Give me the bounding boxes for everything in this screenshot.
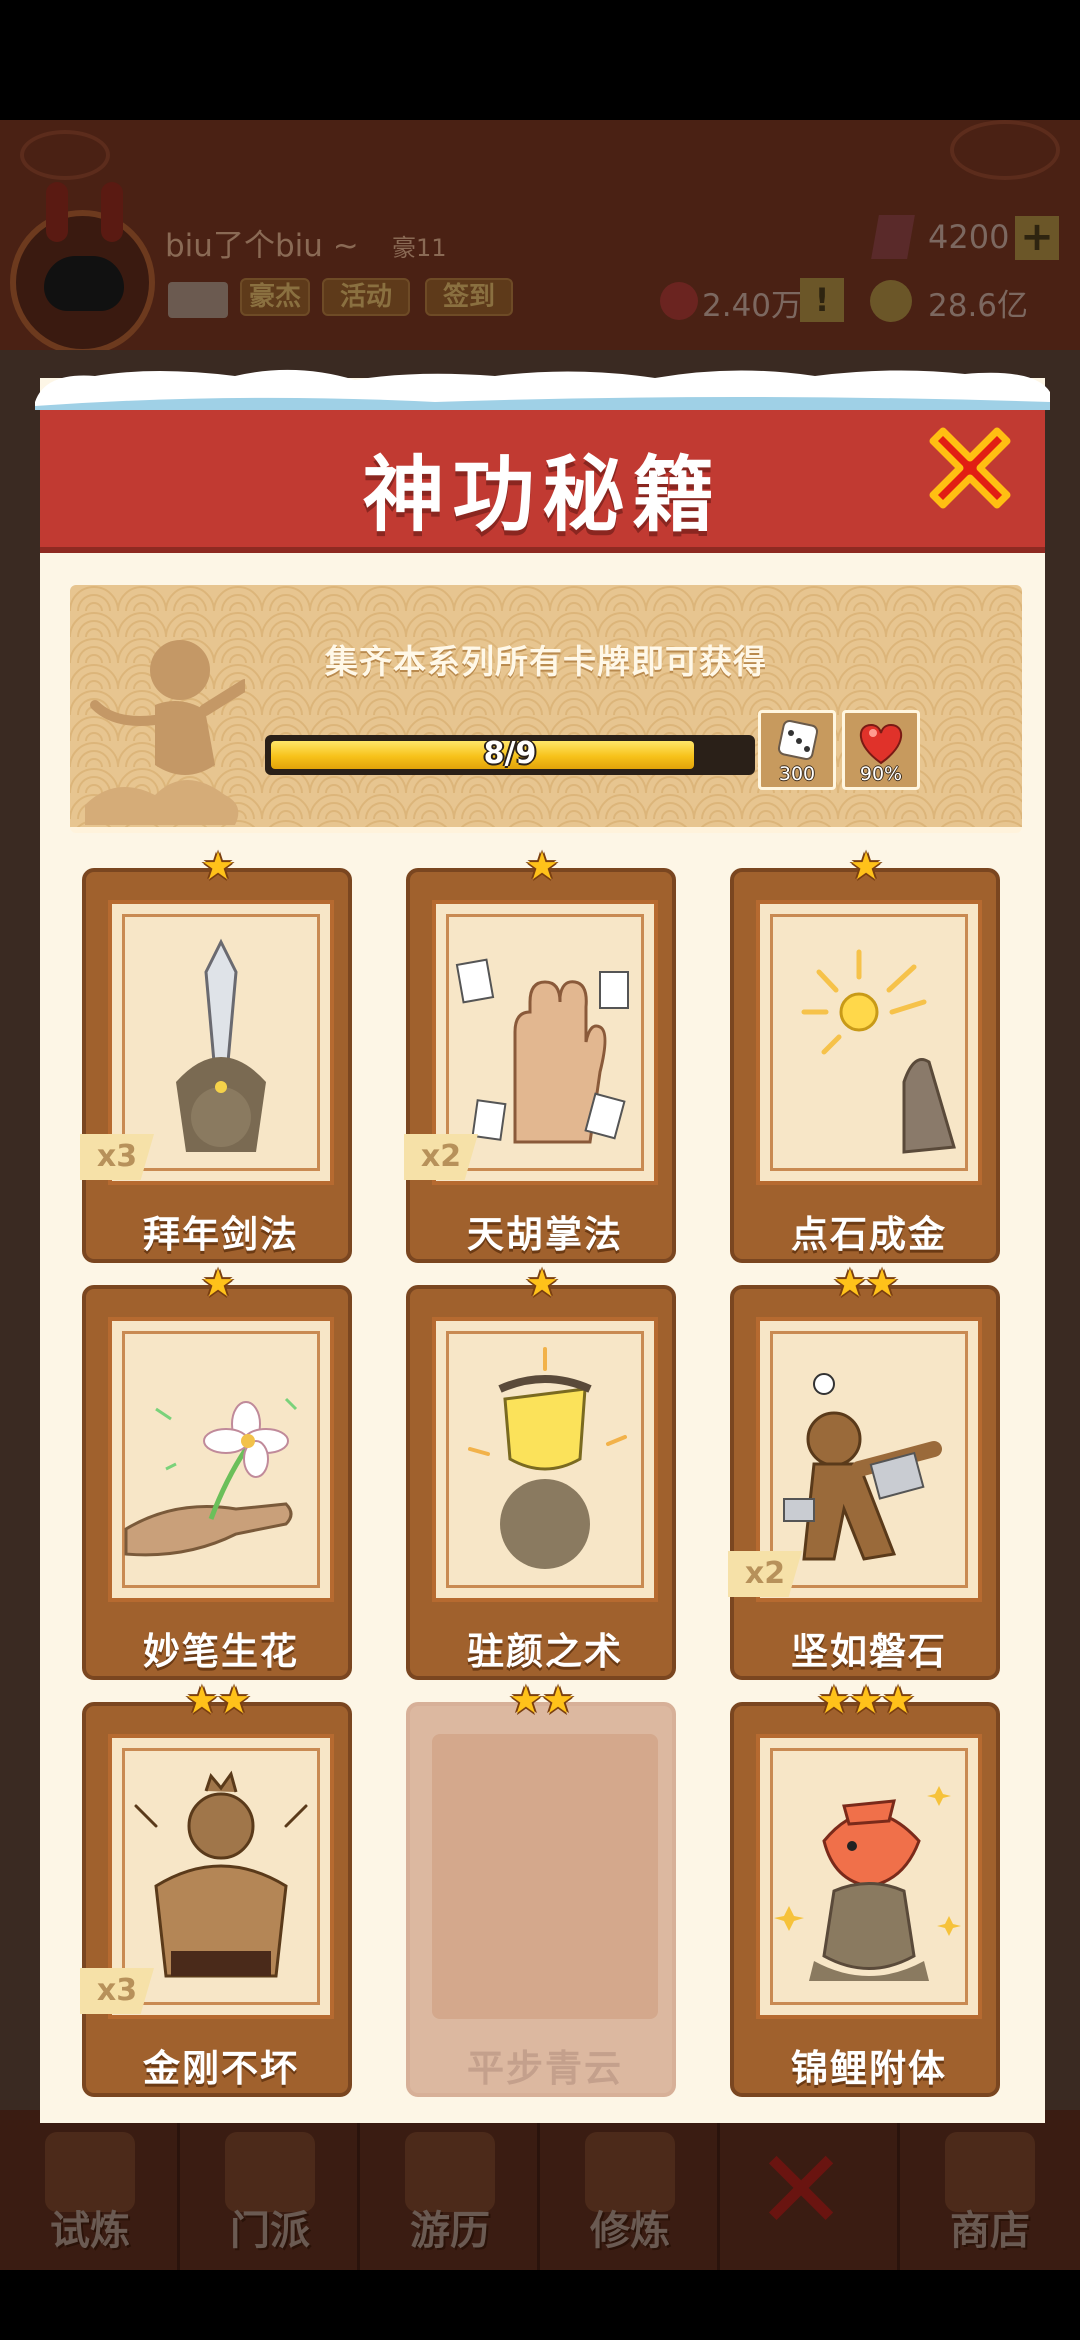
heroes-button[interactable]: 豪杰 <box>240 278 310 316</box>
bottom-nav: 试炼 门派 游历 修炼 ✕ 商店 <box>0 2110 1080 2270</box>
skill-card[interactable]: 平步青云 ★★ <box>406 1680 676 2097</box>
avatar-face <box>44 256 124 311</box>
status-bar <box>0 0 1080 120</box>
flower-art-icon <box>124 1397 298 1557</box>
card-name: 金刚不坏 <box>143 2047 299 2090</box>
card-name: 驻颜之术 <box>467 1630 623 1673</box>
card-name: 平步青云 <box>467 2047 623 2090</box>
coin-icon <box>870 280 912 322</box>
reward-value: 300 <box>778 763 816 785</box>
card-frame: 金刚不坏 x3 <box>80 1702 352 2097</box>
banner-text: 集齐本系列所有卡牌即可获得 <box>325 642 767 681</box>
koi-art-icon <box>774 1786 961 1981</box>
card-name: 坚如磐石 <box>791 1630 947 1673</box>
card-frame: 驻颜之术 <box>406 1285 676 1680</box>
nav-item-sect[interactable]: 门派 <box>180 2110 360 2270</box>
card-name: 锦鲤附体 <box>791 2047 947 2090</box>
star-rating-icon: ★ <box>848 844 883 888</box>
star-rating-icon: ★ <box>524 844 559 888</box>
skill-card[interactable]: 驻颜之术 ★ <box>406 1263 676 1680</box>
nav-item-close[interactable]: ✕ <box>720 2110 900 2270</box>
reward-value: 90% <box>859 763 903 785</box>
nav-item-travel[interactable]: 游历 <box>360 2110 540 2270</box>
cloud-decoration <box>20 130 110 180</box>
top-hud <box>0 120 1080 350</box>
reward-heart[interactable]: 90% <box>842 710 920 790</box>
mask-art-icon <box>468 1347 627 1569</box>
card-name: 天胡掌法 <box>467 1213 623 1256</box>
username: biu了个biu ~ <box>165 228 359 264</box>
skill-card[interactable]: 坚如磐石 x2 ★★ <box>728 1263 1000 1680</box>
add-gems-button[interactable]: + <box>1015 216 1059 260</box>
avatar-ear <box>101 182 123 242</box>
card-frame: 坚如磐石 x2 <box>728 1285 1000 1680</box>
nav-label: 游历 <box>410 2208 490 2254</box>
collection-progress-bar: 8/9 <box>265 735 755 775</box>
star-rating-icon: ★★ <box>508 1678 575 1722</box>
nav-label: 试炼 <box>50 2208 130 2254</box>
avatar[interactable] <box>10 182 155 355</box>
star-rating-icon: ★★ <box>184 1678 251 1722</box>
mail-icon[interactable] <box>168 282 228 318</box>
star-rating-icon: ★ <box>524 1261 559 1305</box>
skill-card[interactable]: 锦鲤附体 ★★★ <box>730 1680 1000 2097</box>
bounty-icon <box>660 282 698 320</box>
gold-art-icon <box>801 949 956 1154</box>
card-artwork-panel <box>432 1734 658 2019</box>
card-name: 妙笔生花 <box>143 1630 299 1673</box>
alert-button[interactable]: ! <box>800 278 844 322</box>
card-frame: 拜年剑法 x3 <box>80 868 352 1263</box>
skill-card[interactable]: 点石成金 ★ <box>730 846 1000 1263</box>
gem-count: 4200 <box>928 218 1010 256</box>
signin-button[interactable]: 签到 <box>425 278 513 316</box>
nav-item-shop[interactable]: 商店 <box>900 2110 1080 2270</box>
nav-label: 修炼 <box>590 2208 670 2254</box>
card-frame: 妙笔生花 <box>82 1285 352 1680</box>
collection-banner: 集齐本系列所有卡牌即可获得 8/9 300 90% <box>70 585 1022 833</box>
card-name: 点石成金 <box>791 1213 947 1256</box>
reward-dice[interactable]: 300 <box>758 710 836 790</box>
skill-card[interactable]: 天胡掌法 x2 ★ <box>404 846 676 1263</box>
coin-count: 28.6亿 <box>928 288 1029 324</box>
card-frame: 锦鲤附体 <box>730 1702 1000 2097</box>
star-rating-icon: ★★ <box>832 1261 899 1305</box>
skill-card[interactable]: 金刚不坏 x3 ★★ <box>80 1680 352 2097</box>
nav-label: 门派 <box>230 2208 310 2254</box>
card-frame: 点石成金 <box>730 868 1000 1263</box>
cloud-decoration <box>950 120 1060 180</box>
modal-header: 神功秘籍 <box>40 398 1045 553</box>
bounty-value: 2.40万 <box>702 288 803 324</box>
star-rating-icon: ★★★ <box>816 1678 915 1722</box>
nav-label: 商店 <box>950 2208 1030 2254</box>
avatar-ear <box>46 182 68 242</box>
card-frame: 平步青云 <box>406 1702 676 2097</box>
star-rating-icon: ★ <box>200 1261 235 1305</box>
events-button[interactable]: 活动 <box>322 278 410 316</box>
modal-title: 神功秘籍 <box>362 448 723 543</box>
nav-item-cultivate[interactable]: 修炼 <box>540 2110 720 2270</box>
nav-item-trial[interactable]: 试炼 <box>0 2110 180 2270</box>
close-icon: ✕ <box>755 2126 848 2254</box>
progress-label: 8/9 <box>483 736 537 771</box>
level-badge: 豪11 <box>392 234 447 262</box>
skill-card[interactable]: 妙笔生花 ★ <box>82 1263 352 1680</box>
snow-decoration <box>35 369 1050 410</box>
close-icon[interactable] <box>925 423 1015 513</box>
skill-card[interactable]: 拜年剑法 x3 ★ <box>80 846 352 1263</box>
system-nav-bar <box>0 2270 1080 2340</box>
card-frame: 天胡掌法 x2 <box>404 868 676 1263</box>
card-name: 拜年剑法 <box>143 1213 299 1256</box>
star-rating-icon: ★ <box>200 844 235 888</box>
